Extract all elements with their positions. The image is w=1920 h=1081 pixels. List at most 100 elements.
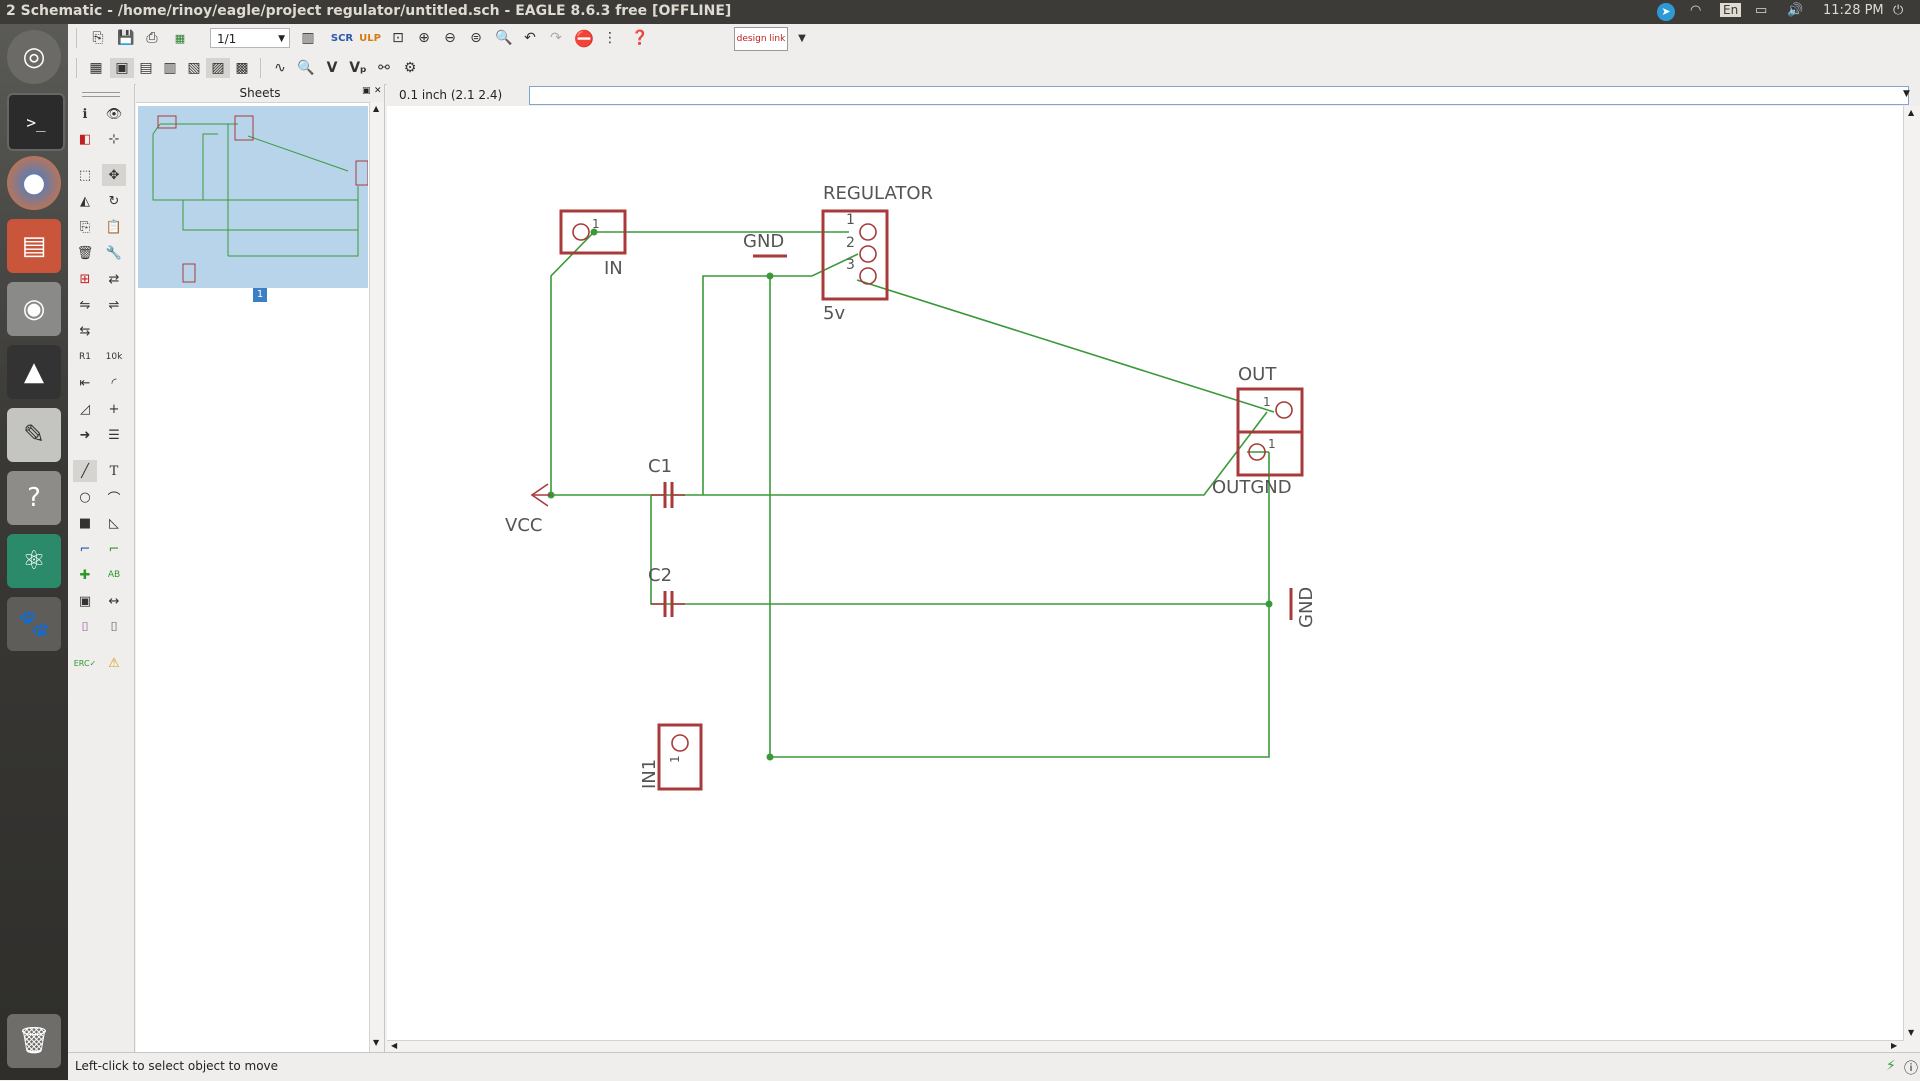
close-icon[interactable]: ✕ <box>374 86 382 96</box>
circle-icon[interactable]: ○ <box>73 486 97 508</box>
add-icon[interactable]: ⊞ <box>73 268 97 290</box>
telegram-icon[interactable]: ➤ <box>1657 3 1675 21</box>
gimp-icon[interactable]: 🐾 <box>7 597 61 651</box>
gate-swap-icon[interactable]: ⇋ <box>73 294 97 316</box>
net-icon[interactable]: ⌐ <box>102 538 126 560</box>
wifi-icon[interactable]: ◠ <box>1690 3 1701 18</box>
chevron-down-icon[interactable]: ▼ <box>790 28 814 48</box>
schematic-drawing[interactable]: REGULATOR 5v 1 2 3 IN 1 GND OUT 1 1 OUTG… <box>387 106 1897 1040</box>
arc-icon[interactable]: ⌒ <box>102 486 126 508</box>
help-icon[interactable]: ? <box>7 471 61 525</box>
miter-icon[interactable]: ◜ <box>102 372 126 394</box>
move-icon[interactable]: ✥ <box>102 164 126 186</box>
camera-icon[interactable]: ◉ <box>7 282 61 336</box>
bus-icon[interactable]: ⌐ <box>73 538 97 560</box>
sheet-thumbnail[interactable] <box>138 106 369 288</box>
sheets-scrollbar[interactable]: ▲ ▼ <box>369 102 384 1052</box>
scroll-right-icon[interactable]: ▶ <box>1891 1041 1897 1050</box>
select-icon[interactable]: ⬚ <box>73 164 97 186</box>
schematic-canvas[interactable]: REGULATOR 5v 1 2 3 IN 1 GND OUT 1 1 OUTG… <box>387 106 1920 1040</box>
attribute-display-icon[interactable]: ▣ <box>73 590 97 612</box>
grid-icon[interactable]: ▦ <box>84 58 108 78</box>
save-icon[interactable]: 💾 <box>114 28 138 48</box>
value-icon[interactable]: 10k <box>102 346 126 368</box>
split-icon[interactable]: ◿ <box>73 398 97 420</box>
wire-style-icon[interactable]: ∿ <box>268 58 292 78</box>
print-icon[interactable]: ⎙ <box>140 28 164 48</box>
inkscape-icon[interactable]: ▲ <box>7 345 61 399</box>
go-icon[interactable]: ⋮ <box>598 28 622 48</box>
ubuntu-dash-icon[interactable]: ◎ <box>7 30 61 84</box>
files-icon[interactable]: ▤ <box>7 219 61 273</box>
layout-icon[interactable]: ▥ <box>158 58 182 78</box>
text-icon[interactable]: T <box>102 460 126 482</box>
replace-icon[interactable]: ⇄ <box>102 268 126 290</box>
scroll-left-icon[interactable]: ◀ <box>391 1041 397 1050</box>
sheet-select[interactable]: 1/1 ▼ <box>210 28 290 48</box>
value-p-icon[interactable]: Vₚ <box>346 58 370 78</box>
scroll-up-icon[interactable]: ▲ <box>1908 108 1914 117</box>
scroll-down-icon[interactable]: ▼ <box>1908 1028 1914 1037</box>
script-icon[interactable]: SCR <box>330 28 354 48</box>
wrench-icon[interactable]: 🔧 <box>102 242 126 264</box>
optimize-icon[interactable]: + <box>102 398 126 420</box>
info-icon[interactable]: ℹ <box>73 103 97 125</box>
layout-icon[interactable]: ▤ <box>134 58 158 78</box>
undo-icon[interactable]: ↶ <box>518 28 542 48</box>
mark-icon[interactable]: ⊹ <box>102 128 126 150</box>
volume-icon[interactable]: 🔊 <box>1787 3 1803 18</box>
ulp-icon[interactable]: ULP <box>358 28 382 48</box>
mirror-icon[interactable]: ◭ <box>73 190 97 212</box>
open-icon[interactable]: ⎘ <box>86 28 110 48</box>
atom-icon[interactable]: ⚛ <box>7 534 61 588</box>
trash-icon[interactable]: 🗑 <box>7 1014 61 1068</box>
board-switch-icon[interactable]: ▥ <box>296 28 320 48</box>
stop-icon[interactable]: ⛔ <box>572 28 596 48</box>
invoke-icon[interactable]: ⇆ <box>73 320 97 342</box>
zoom-redraw-icon[interactable]: ⊜ <box>464 28 488 48</box>
firefox-icon[interactable]: ● <box>7 156 61 210</box>
paste-icon[interactable]: 📋 <box>102 216 126 238</box>
warning-icon[interactable]: ⚠ <box>102 652 126 674</box>
scroll-down-icon[interactable]: ▼ <box>373 1038 379 1047</box>
label-icon[interactable]: AB <box>102 564 126 586</box>
command-input[interactable] <box>529 86 1909 105</box>
chevron-down-icon[interactable]: ▼ <box>1903 89 1910 99</box>
layout-icon[interactable]: ▧ <box>182 58 206 78</box>
attribute-icon[interactable]: ☰ <box>102 424 126 446</box>
gear-icon[interactable]: ⚙ <box>398 58 422 78</box>
layout-icon[interactable]: ▩ <box>230 58 254 78</box>
cam-processor-icon[interactable]: ▦ <box>168 28 192 48</box>
module-icon[interactable]: ⌷ <box>102 616 126 638</box>
lightning-icon[interactable]: ⚡ <box>1886 1058 1896 1074</box>
polygon-icon[interactable]: ◺ <box>102 512 126 534</box>
value-icon[interactable]: V <box>320 58 344 78</box>
name-icon[interactable]: R1 <box>73 346 97 368</box>
zoom-in-icon[interactable]: ⊕ <box>412 28 436 48</box>
line-icon[interactable]: ╱ <box>73 460 97 482</box>
scroll-up-icon[interactable]: ▲ <box>373 104 379 113</box>
help-icon[interactable]: ❓ <box>628 28 652 48</box>
copy-icon[interactable]: ⎘ <box>73 216 97 238</box>
design-link-icon[interactable]: design link <box>734 27 788 51</box>
delete-icon[interactable]: 🗑 <box>73 242 97 264</box>
power-icon[interactable]: ⏻ <box>1893 3 1903 18</box>
rotate-icon[interactable]: ↻ <box>102 190 126 212</box>
dimension-icon[interactable]: ↔ <box>102 590 126 612</box>
zoom-out-icon[interactable]: ⊖ <box>438 28 462 48</box>
pin-swap-icon[interactable]: ⇌ <box>102 294 126 316</box>
clock[interactable]: 11:28 PM <box>1823 3 1884 18</box>
terminal-icon[interactable]: >_ <box>7 93 65 151</box>
inspect-icon[interactable]: 🔍 <box>294 58 318 78</box>
smash-icon[interactable]: ⇤ <box>73 372 97 394</box>
layout-icon[interactable]: ▣ <box>110 58 134 78</box>
text-editor-icon[interactable]: ✎ <box>7 408 61 462</box>
undock-icon[interactable]: ▣ <box>362 86 371 96</box>
keyboard-layout-indicator[interactable]: En <box>1720 3 1742 17</box>
redo-icon[interactable]: ↷ <box>544 28 568 48</box>
junction-icon[interactable]: ✚ <box>73 564 97 586</box>
route-icon[interactable]: ➜ <box>73 424 97 446</box>
canvas-vertical-scrollbar[interactable]: ▲ ▼ <box>1903 106 1920 1040</box>
sheet-number[interactable]: 1 <box>253 288 267 302</box>
net-icon[interactable]: ⚯ <box>372 58 396 78</box>
